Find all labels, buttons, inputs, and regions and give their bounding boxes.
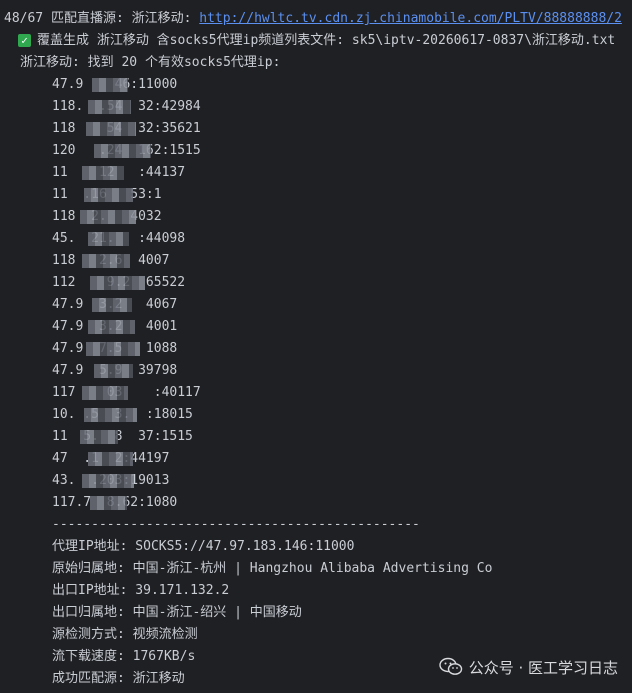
- check-square-icon: ✓: [18, 34, 31, 47]
- ip-row: 11 .16 53:1: [52, 184, 632, 206]
- progress-line: 48/67 匹配直播源: 浙江移动: http://hwltc.tv.cdn.z…: [4, 8, 632, 30]
- redaction-mask: [84, 188, 133, 202]
- redaction-mask: [88, 100, 131, 114]
- ip-text: 117 03 :40117: [52, 385, 201, 400]
- ip-row: 117.7 8.62:1080: [52, 492, 632, 514]
- redaction-mask: [88, 452, 133, 466]
- ip-row: 47.9 46:11000: [52, 74, 632, 96]
- ip-row: 45. 21. :44098: [52, 228, 632, 250]
- ip-text: 43. .203:19013: [52, 470, 169, 492]
- redaction-mask: [86, 342, 140, 356]
- redaction-mask: [82, 386, 128, 400]
- ip-row: 47.9 5.9 39798: [52, 360, 632, 382]
- ip-text: 47.9 7.5 1088: [52, 341, 178, 356]
- redaction-mask: [82, 254, 130, 268]
- ip-text: 11 5. 8 37:1515: [52, 429, 193, 444]
- ip-row: 118 2. 4032: [52, 206, 632, 228]
- ip-row: 118. .54 32:42984: [52, 96, 632, 118]
- ip-text: 47.9 3.2 4001: [52, 319, 178, 334]
- ip-text: 118 2.6 4007: [52, 253, 170, 268]
- ip-row: 47.9 3.2 4067: [52, 294, 632, 316]
- ip-text: 118 2. 4032: [52, 209, 162, 224]
- overwrite-text: 覆盖生成 浙江移动 含socks5代理ip频道列表文件: sk5\iptv-20…: [37, 33, 616, 48]
- ip-row: 112 9.2 65522: [52, 272, 632, 294]
- ip-text: 10. .5 3. :18015: [52, 407, 193, 422]
- redaction-mask: [94, 144, 151, 158]
- redaction-mask: [88, 320, 135, 334]
- ip-text: 47 .1 2:44197: [52, 451, 170, 466]
- ip-text: 47.9 46:11000: [52, 77, 178, 92]
- ip-row: 11 5. 8 37:1515: [52, 426, 632, 448]
- proxy-address: 代理IP地址: SOCKS5://47.97.183.146:11000: [52, 539, 355, 554]
- ip-row: 11 12 :44137: [52, 162, 632, 184]
- ip-text: 45. 21. :44098: [52, 231, 186, 246]
- ip-text: 118. .54 32:42984: [52, 99, 201, 114]
- ip-row: 47.9 7.5 1088: [52, 338, 632, 360]
- ip-text: 118 54 32:35621: [52, 121, 201, 136]
- redaction-mask: [86, 122, 136, 136]
- redaction-mask: [94, 364, 133, 378]
- ip-text: 11 .16 53:1: [52, 187, 162, 202]
- ip-text: 117.7 8.62:1080: [52, 495, 178, 510]
- ip-text: 112 9.2 65522: [52, 275, 186, 290]
- exit-ip: 出口IP地址: 39.171.132.2: [52, 583, 230, 598]
- wechat-icon: [438, 657, 462, 675]
- ip-text: 120 .24 162:1515: [52, 143, 201, 158]
- ip-row: 117 03 :40117: [52, 382, 632, 404]
- redaction-mask: [90, 496, 127, 510]
- watermark: 公众号 · 医工学习日志: [438, 652, 618, 682]
- redaction-mask: [82, 474, 134, 488]
- ip-text: 11 12 :44137: [52, 165, 186, 180]
- detect-method: 源检测方式: 视频流检测: [52, 627, 198, 642]
- overwrite-line: ✓ 覆盖生成 浙江移动 含socks5代理ip频道列表文件: sk5\iptv-2…: [4, 30, 632, 52]
- ip-text: 47.9 3.2 4067: [52, 297, 178, 312]
- ip-row: 43. .203:19013: [52, 470, 632, 492]
- source-url-link[interactable]: http://hwltc.tv.cdn.zj.chinamobile.com/P…: [199, 11, 622, 26]
- origin-location: 原始归属地: 中国-浙江-杭州 | Hangzhou Alibaba Adver…: [52, 561, 493, 576]
- redaction-mask: [80, 210, 136, 224]
- ip-row: 10. .5 3. :18015: [52, 404, 632, 426]
- redaction-mask: [88, 232, 129, 246]
- redaction-mask: [82, 166, 124, 180]
- redaction-mask: [92, 298, 132, 312]
- ip-row: 47 .1 2:44197: [52, 448, 632, 470]
- ip-row: 118 2.6 4007: [52, 250, 632, 272]
- exit-location: 出口归属地: 中国-浙江-绍兴 | 中国移动: [52, 605, 302, 620]
- found-line: 浙江移动: 找到 20 个有效socks5代理ip:: [20, 55, 281, 70]
- redaction-mask: [84, 408, 137, 422]
- divider-line: ----------------------------------------…: [52, 517, 420, 532]
- redaction-mask: [90, 276, 145, 290]
- terminal-output: 48/67 匹配直播源: 浙江移动: http://hwltc.tv.cdn.z…: [0, 0, 632, 693]
- redaction-mask: [80, 430, 118, 444]
- progress-prefix: 48/67 匹配直播源: 浙江移动:: [4, 11, 200, 26]
- watermark-text: 公众号 · 医工学习日志: [468, 658, 618, 677]
- ip-row: 118 54 32:35621: [52, 118, 632, 140]
- ip-row: 47.9 3.2 4001: [52, 316, 632, 338]
- ip-row: 120 .24 162:1515: [52, 140, 632, 162]
- ip-text: 47.9 5.9 39798: [52, 363, 178, 378]
- redaction-mask: [92, 78, 128, 92]
- proxy-ip-list: 47.9 46:11000 118. .54 32:42984 118 54 3…: [52, 74, 632, 514]
